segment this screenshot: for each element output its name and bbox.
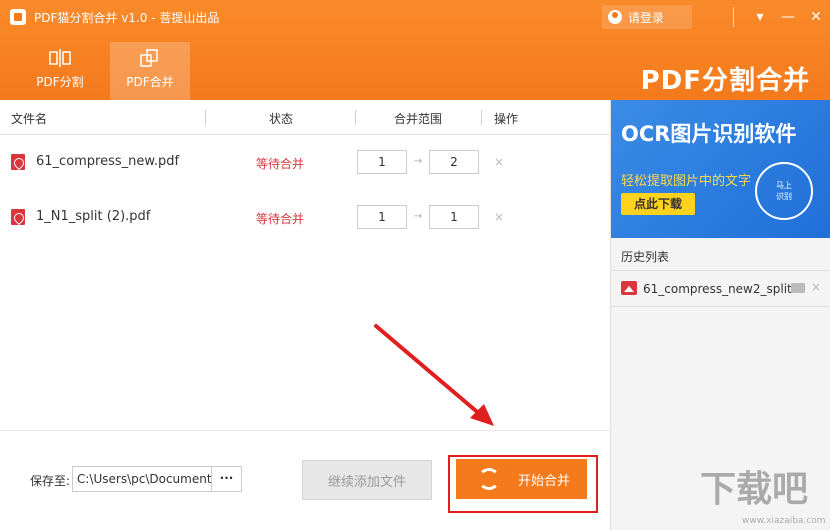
refresh-icon: [478, 468, 500, 490]
range-from-input[interactable]: 1: [357, 205, 407, 229]
history-title: 历史列表: [621, 250, 670, 264]
annotation-arrow: [374, 324, 494, 426]
watermark-text: 下载吧: [700, 469, 809, 510]
ad-subtitle: 轻松提取图片中的文字: [621, 174, 752, 189]
range-to-input[interactable]: 2: [429, 150, 479, 174]
save-path-field[interactable]: C:\Users\pc\Document ···: [72, 466, 242, 492]
save-path-value[interactable]: C:\Users\pc\Document: [73, 467, 211, 491]
column-header-range: 合并范围: [394, 112, 443, 126]
minimize-button[interactable]: —: [774, 3, 802, 31]
tab-pdf-split[interactable]: PDF分割: [20, 42, 100, 100]
image-file-icon: [621, 281, 637, 295]
history-item[interactable]: 61_compress_new2_split ×: [611, 272, 830, 306]
ad-title: OCR图片识别软件: [621, 122, 797, 146]
status-text: 等待合并: [256, 212, 305, 226]
tab-pdf-split-label: PDF分割: [36, 75, 84, 89]
close-button[interactable]: ✕: [802, 3, 830, 31]
delete-row-icon[interactable]: ×: [494, 210, 504, 224]
merge-icon: [140, 49, 158, 67]
login-label: 请登录: [628, 10, 665, 25]
app-header: PDF猫分割合并 v1.0 - 菩提山出品 请登录 ▾ — ✕ PDF分割 PD…: [0, 0, 830, 100]
file-name: 61_compress_new.pdf: [36, 154, 180, 169]
column-divider: [205, 110, 206, 125]
menu-dropdown-button[interactable]: ▾: [746, 3, 774, 31]
start-merge-label: 开始合并: [518, 473, 571, 489]
tab-pdf-merge-label: PDF合并: [126, 75, 174, 89]
column-header-filename: 文件名: [11, 112, 48, 126]
column-divider: [355, 110, 356, 125]
app-logo-icon: [10, 9, 26, 25]
column-divider: [481, 110, 482, 125]
list-bottom-divider: [0, 430, 610, 431]
brand-title: PDF分割合并: [640, 66, 810, 96]
title-bar[interactable]: PDF猫分割合并 v1.0 - 菩提山出品 请登录 ▾ — ✕: [0, 0, 830, 34]
watermark-url: www.xiazaiba.com: [742, 516, 826, 526]
user-icon: [608, 10, 622, 24]
range-from-input[interactable]: 1: [357, 150, 407, 174]
table-row[interactable]: 1_N1_split (2).pdf 等待合并 1 → 1 ×: [0, 189, 610, 243]
range-to-input[interactable]: 1: [429, 205, 479, 229]
ad-download-button[interactable]: 点此下载: [621, 193, 695, 215]
tab-pdf-merge[interactable]: PDF合并: [110, 42, 190, 100]
login-button[interactable]: 请登录: [602, 5, 692, 29]
watermark-logo: 下载吧 www.xiazaiba.com: [700, 469, 826, 528]
column-header-action: 操作: [494, 112, 519, 126]
save-location-label: 保存至:: [30, 474, 71, 488]
delete-row-icon[interactable]: ×: [494, 155, 504, 169]
split-icon: [49, 49, 71, 67]
column-header-status: 状态: [269, 112, 294, 126]
window-controls-divider: [733, 7, 734, 27]
pdf-file-icon: [11, 209, 25, 225]
scan-badge-line1: 马上: [776, 181, 792, 190]
open-folder-icon[interactable]: [791, 283, 805, 293]
range-arrow-icon: →: [413, 211, 423, 222]
mode-tabs: PDF分割 PDF合并: [0, 42, 190, 100]
app-title: PDF猫分割合并 v1.0 - 菩提山出品: [34, 11, 220, 25]
pdf-file-icon: [11, 154, 25, 170]
remove-history-icon[interactable]: ×: [811, 280, 821, 294]
window-controls: ▾ — ✕: [733, 0, 830, 34]
start-merge-button[interactable]: 开始合并: [456, 459, 587, 499]
table-row[interactable]: 61_compress_new.pdf 等待合并 1 → 2 ×: [0, 135, 610, 189]
scan-badge-icon: 马上 识别: [755, 162, 813, 220]
right-sidebar: OCR图片识别软件 轻松提取图片中的文字 点此下载 马上 识别 历史列表 61_…: [610, 100, 830, 530]
history-divider: [611, 270, 830, 271]
history-divider: [611, 306, 830, 307]
status-text: 等待合并: [256, 157, 305, 171]
browse-folder-button[interactable]: ···: [211, 467, 241, 491]
ocr-ad-banner[interactable]: OCR图片识别软件 轻松提取图片中的文字 点此下载 马上 识别: [611, 100, 830, 238]
file-name: 1_N1_split (2).pdf: [36, 209, 151, 224]
add-more-files-button[interactable]: 继续添加文件: [302, 460, 432, 500]
history-item-name: 61_compress_new2_split: [643, 282, 792, 296]
scan-badge-line2: 识别: [776, 192, 792, 201]
file-table-header: 文件名 状态 合并范围 操作: [0, 100, 610, 135]
range-arrow-icon: →: [413, 156, 423, 167]
